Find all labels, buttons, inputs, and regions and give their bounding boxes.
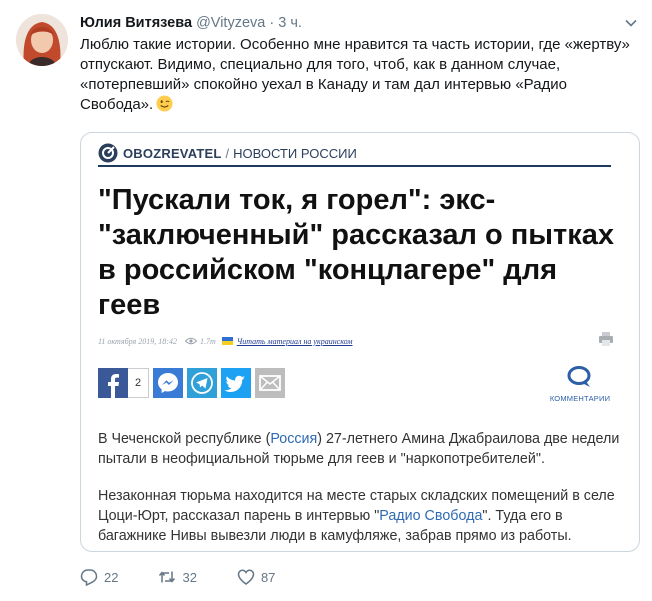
article-headline[interactable]: "Пускали ток, я горел": экс-"заключенный…: [98, 183, 618, 323]
brand-bar: OBOZREVATEL / НОВОСТИ РОССИИ: [98, 143, 357, 163]
brand-separator: /: [225, 145, 230, 161]
obozrevatel-logo-icon: [98, 143, 118, 163]
time-separator: ·: [269, 15, 275, 31]
facebook-share[interactable]: 2: [98, 368, 149, 398]
comments-icon: [567, 366, 591, 387]
tweet: Юлия Витязева @Vityzeva · 3 ч. Люблю так…: [0, 0, 652, 601]
email-icon[interactable]: [255, 368, 285, 398]
tweet-text: Люблю такие истории. Особенно мне нравит…: [80, 35, 635, 115]
comments-button[interactable]: КОММЕНТАРИИ: [545, 366, 615, 403]
retweet-button[interactable]: 32: [158, 568, 197, 586]
article-paragraph-2: Незаконная тюрьма находится на месте ста…: [98, 486, 623, 546]
link-card[interactable]: OBOZREVATEL / НОВОСТИ РОССИИ "Пускали то…: [80, 132, 640, 552]
retweet-icon: [159, 571, 176, 583]
tweet-header: Юлия Витязева @Vityzeva · 3 ч.: [80, 14, 302, 32]
brand-rule: [98, 165, 611, 167]
brand-name: OBOZREVATEL: [123, 145, 222, 161]
read-in-ukrainian-link[interactable]: Читать материал на украинском: [237, 337, 353, 346]
twitter-icon[interactable]: [221, 368, 251, 398]
eye-icon: [184, 337, 197, 345]
reply-icon: [80, 569, 98, 586]
tweet-time[interactable]: 3 ч.: [278, 15, 302, 31]
facebook-icon[interactable]: [98, 368, 128, 398]
telegram-icon[interactable]: [187, 368, 217, 398]
print-icon[interactable]: [598, 331, 614, 347]
messenger-icon[interactable]: [153, 368, 183, 398]
article-date: 11 октября 2019, 18:42: [98, 336, 177, 346]
author-handle[interactable]: @Vityzeva: [196, 15, 265, 31]
winking-face-icon: [156, 95, 173, 112]
paragraph-1-start: В Чеченской республике (: [98, 431, 271, 447]
chevron-down-icon[interactable]: [624, 16, 638, 30]
article-meta: 11 октября 2019, 18:42 1.7т Читать матер…: [98, 334, 352, 348]
view-count: 1.7т: [199, 336, 216, 346]
news-section[interactable]: НОВОСТИ РОССИИ: [233, 146, 357, 161]
comments-label: КОММЕНТАРИИ: [549, 394, 611, 403]
author-name[interactable]: Юлия Витязева: [80, 15, 192, 31]
like-count: 87: [260, 569, 276, 585]
reply-count: 22: [104, 569, 119, 585]
radio-svoboda-link[interactable]: Радио Свобода: [379, 508, 482, 524]
ukraine-flag-icon: [221, 337, 233, 345]
facebook-share-count: 2: [128, 368, 149, 398]
heart-icon: [237, 569, 255, 585]
article-paragraph-1: В Чеченской республике (Россия) 27-летне…: [98, 429, 623, 469]
like-button[interactable]: 87: [237, 568, 275, 586]
russia-link[interactable]: Россия: [270, 431, 317, 447]
retweet-count: 32: [182, 569, 197, 585]
avatar[interactable]: [16, 14, 68, 66]
share-buttons: 2: [98, 368, 289, 398]
tweet-actions: 22 32 87: [80, 568, 315, 586]
reply-button[interactable]: 22: [80, 568, 118, 586]
